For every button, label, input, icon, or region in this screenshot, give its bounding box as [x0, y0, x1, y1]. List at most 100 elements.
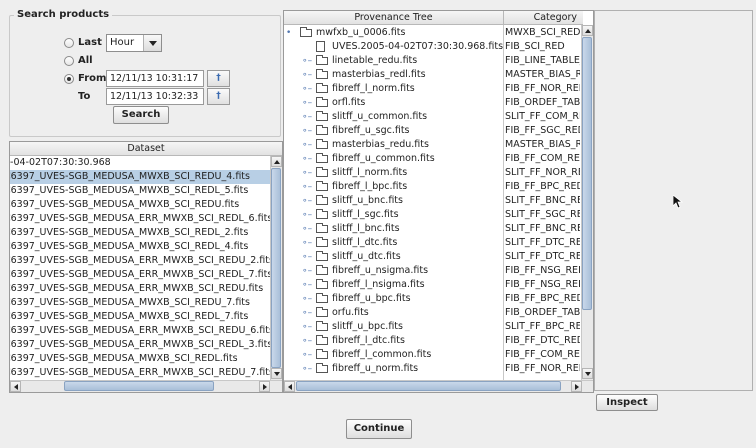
dataset-row[interactable]: C6397_UVES-SGB_MEDUSA_MWXB_SCI_REDU.fits	[10, 198, 270, 212]
dataset-row[interactable]: C6397_UVES-SGB_MEDUSA_ERR_MWXB_SCI_REDU_…	[10, 366, 270, 380]
expand-handle-icon[interactable]: ∘–	[302, 110, 312, 124]
expand-handle-icon[interactable]: ∘–	[302, 96, 312, 110]
tree-node-label: fibreff_u_common.fits	[332, 153, 435, 164]
expand-handle-icon[interactable]: ∘–	[302, 68, 312, 82]
tree-node[interactable]: ∘– masterbias_redl.fits MASTER_BIAS_REDL	[284, 68, 581, 82]
tree-node[interactable]: ∘– fibreff_l_nsigma.fits FIB_FF_NSG_REDL	[284, 278, 581, 292]
dataset-hscroll-thumb[interactable]	[64, 381, 214, 391]
dataset-header[interactable]: Dataset	[10, 142, 282, 156]
expand-handle-icon[interactable]: ∘–	[302, 180, 312, 194]
dataset-row[interactable]: C6397_UVES-SGB_MEDUSA_ERR_MWXB_SCI_REDL_…	[10, 212, 270, 226]
dataset-vscroll-thumb[interactable]	[271, 168, 281, 368]
scroll-down-icon[interactable]	[271, 368, 282, 379]
tree-node[interactable]: ∘– slitff_l_sgc.fits SLIT_FF_SGC_REDL	[284, 208, 581, 222]
tree-node[interactable]: ∘– fibreff_u_sgc.fits FIB_FF_SGC_REDU	[284, 124, 581, 138]
category-header[interactable]: Category	[503, 11, 583, 25]
inspect-button[interactable]: Inspect	[596, 394, 658, 411]
dataset-row[interactable]: C6397_UVES-SGB_MEDUSA_ERR_MWXB_SCI_REDU.…	[10, 282, 270, 296]
tree-node[interactable]: ∘– fibreff_l_bpc.fits FIB_FF_BPC_REDL	[284, 180, 581, 194]
tree-node[interactable]: ∘– slitff_l_bnc.fits SLIT_FF_BNC_REDL	[284, 222, 581, 236]
scroll-left-icon[interactable]	[10, 381, 21, 392]
to-date-picker-button[interactable]: †	[207, 88, 230, 105]
tree-node[interactable]: ∘– fibreff_u_norm.fits FIB_FF_NOR_REDU	[284, 362, 581, 376]
last-unit-select[interactable]: Hour	[106, 34, 162, 52]
tree-node[interactable]: ∘– slitff_u_dtc.fits SLIT_FF_DTC_REDU	[284, 250, 581, 264]
tree-hscroll-thumb[interactable]	[296, 381, 561, 391]
folder-icon	[316, 195, 328, 205]
tree-node[interactable]: ∘– slitff_l_dtc.fits SLIT_FF_DTC_REDL	[284, 236, 581, 250]
scroll-up-icon[interactable]	[582, 25, 593, 36]
provenance-tree-header[interactable]: Provenance Tree	[284, 11, 503, 25]
expand-handle-icon[interactable]: ∘–	[302, 208, 312, 222]
tree-node[interactable]: ∘– linetable_redu.fits FIB_LINE_TABLE_REDU	[284, 54, 581, 68]
expand-handle-icon[interactable]: ∘–	[302, 320, 312, 334]
tree-node[interactable]: ∘– slitff_l_norm.fits SLIT_FF_NOR_REDL	[284, 166, 581, 180]
dataset-row[interactable]: C6397_UVES-SGB_MEDUSA_ERR_MWXB_SCI_REDL_…	[10, 338, 270, 352]
expand-handle-icon[interactable]: ∘–	[302, 138, 312, 152]
tree-node[interactable]: ∘– slitff_u_bnc.fits SLIT_FF_BNC_REDU	[284, 194, 581, 208]
expand-handle-icon[interactable]: ∘–	[302, 278, 312, 292]
dataset-row[interactable]: C6397_UVES-SGB_MEDUSA_ERR_MWXB_SCI_REDL_…	[10, 268, 270, 282]
scroll-down-icon[interactable]	[582, 368, 593, 379]
dataset-row[interactable]: C6397_UVES-SGB_MEDUSA_MWXB_SCI_REDL.fits	[10, 352, 270, 366]
dataset-row[interactable]: C6397_UVES-SGB_MEDUSA_MWXB_SCI_REDU_7.fi…	[10, 296, 270, 310]
dataset-vertical-scrollbar[interactable]	[270, 156, 282, 380]
from-radio[interactable]	[64, 74, 74, 84]
expand-handle-icon[interactable]: ∘–	[302, 194, 312, 208]
scroll-right-icon[interactable]	[259, 381, 270, 392]
dataset-row[interactable]: C6397_UVES-SGB_MEDUSA_ERR_MWXB_SCI_REDU_…	[10, 324, 270, 338]
tree-node[interactable]: ∘– orfu.fits FIB_ORDEF_TABLE_REDU	[284, 306, 581, 320]
expand-handle-icon[interactable]: ∘–	[302, 166, 312, 180]
expand-handle-icon[interactable]: ∘–	[302, 292, 312, 306]
expand-handle-icon[interactable]: ∘–	[302, 82, 312, 96]
chevron-down-icon[interactable]	[143, 35, 161, 51]
tree-node[interactable]: • mwfxb_u_0006.fits MWXB_SCI_REDU	[284, 26, 581, 40]
tree-node[interactable]: UVES.2005-04-02T07:30:30.968.fits FIB_SCI…	[284, 40, 581, 54]
dataset-row[interactable]: C6397_UVES-SGB_MEDUSA_ERR_MWXB_SCI_REDU_…	[10, 254, 270, 268]
dataset-horizontal-scrollbar[interactable]	[10, 380, 282, 392]
expand-handle-icon[interactable]: ∘–	[302, 334, 312, 348]
scroll-left-icon[interactable]	[284, 381, 295, 392]
collapse-handle-icon[interactable]: •	[286, 26, 291, 40]
tree-node[interactable]: ∘– orfl.fits FIB_ORDEF_TABLE_REDL	[284, 96, 581, 110]
last-radio[interactable]	[64, 38, 74, 48]
tree-vertical-scrollbar[interactable]	[581, 25, 593, 380]
dataset-row-label: C6397_UVES-SGB_MEDUSA_MWXB_SCI_REDU.fits	[10, 199, 240, 210]
tree-node[interactable]: ∘– slitff_u_common.fits SLIT_FF_COM_REDU	[284, 110, 581, 124]
tree-node[interactable]: ∘– fibreff_l_norm.fits FIB_FF_NOR_REDL	[284, 82, 581, 96]
from-date-picker-button[interactable]: †	[207, 70, 230, 87]
to-date-field[interactable]: 12/11/13 10:32:33	[106, 88, 204, 105]
tree-node[interactable]: ∘– fibreff_l_dtc.fits FIB_FF_DTC_REDL	[284, 334, 581, 348]
expand-handle-icon[interactable]: ∘–	[302, 306, 312, 320]
scroll-up-icon[interactable]	[271, 156, 282, 167]
tree-node[interactable]: ∘– slitff_u_bpc.fits SLIT_FF_BPC_REDU	[284, 320, 581, 334]
dataset-row[interactable]: C6397_UVES-SGB_MEDUSA_MWXB_SCI_REDL_5.fi…	[10, 184, 270, 198]
tree-vscroll-thumb[interactable]	[582, 37, 592, 310]
dataset-row[interactable]: C6397_UVES-SGB_MEDUSA_MWXB_SCI_REDL_7.fi…	[10, 310, 270, 324]
continue-button[interactable]: Continue	[346, 419, 412, 439]
expand-handle-icon[interactable]: ∘–	[302, 54, 312, 68]
tree-node[interactable]: ∘– fibreff_u_nsigma.fits FIB_FF_NSG_REDU	[284, 264, 581, 278]
expand-handle-icon[interactable]: ∘–	[302, 152, 312, 166]
tree-horizontal-scrollbar[interactable]	[284, 380, 593, 392]
dataset-row[interactable]: C6397_UVES-SGB_MEDUSA_MWXB_SCI_REDL_4.fi…	[10, 240, 270, 254]
expand-handle-icon[interactable]: ∘–	[302, 362, 312, 376]
scroll-right-icon[interactable]	[571, 381, 582, 392]
expand-handle-icon[interactable]: ∘–	[302, 236, 312, 250]
expand-handle-icon[interactable]: ∘–	[302, 264, 312, 278]
tree-node[interactable]: ∘– fibreff_u_bpc.fits FIB_FF_BPC_REDU	[284, 292, 581, 306]
expand-handle-icon[interactable]: ∘–	[302, 348, 312, 362]
tree-node[interactable]: ∘– fibreff_u_common.fits FIB_FF_COM_REDU	[284, 152, 581, 166]
search-button[interactable]: Search	[113, 106, 169, 124]
tree-node[interactable]: ∘– masterbias_redu.fits MASTER_BIAS_REDU	[284, 138, 581, 152]
dataset-row[interactable]: 5-04-02T07:30:30.968	[10, 156, 270, 170]
dataset-row[interactable]: C6397_UVES-SGB_MEDUSA_MWXB_SCI_REDU_4.fi…	[10, 170, 270, 184]
all-radio[interactable]	[64, 56, 74, 66]
expand-handle-icon[interactable]: ∘–	[302, 250, 312, 264]
tree-node[interactable]: ∘– fibreff_l_common.fits FIB_FF_COM_REDL	[284, 348, 581, 362]
dataset-row[interactable]: C6397_UVES-SGB_MEDUSA_MWXB_SCI_REDL_2.fi…	[10, 226, 270, 240]
tree-node-label: UVES.2005-04-02T07:30:30.968.fits	[332, 41, 503, 52]
expand-handle-icon[interactable]: ∘–	[302, 124, 312, 138]
expand-handle-icon[interactable]: ∘–	[302, 222, 312, 236]
from-date-field[interactable]: 12/11/13 10:31:17	[106, 70, 204, 87]
